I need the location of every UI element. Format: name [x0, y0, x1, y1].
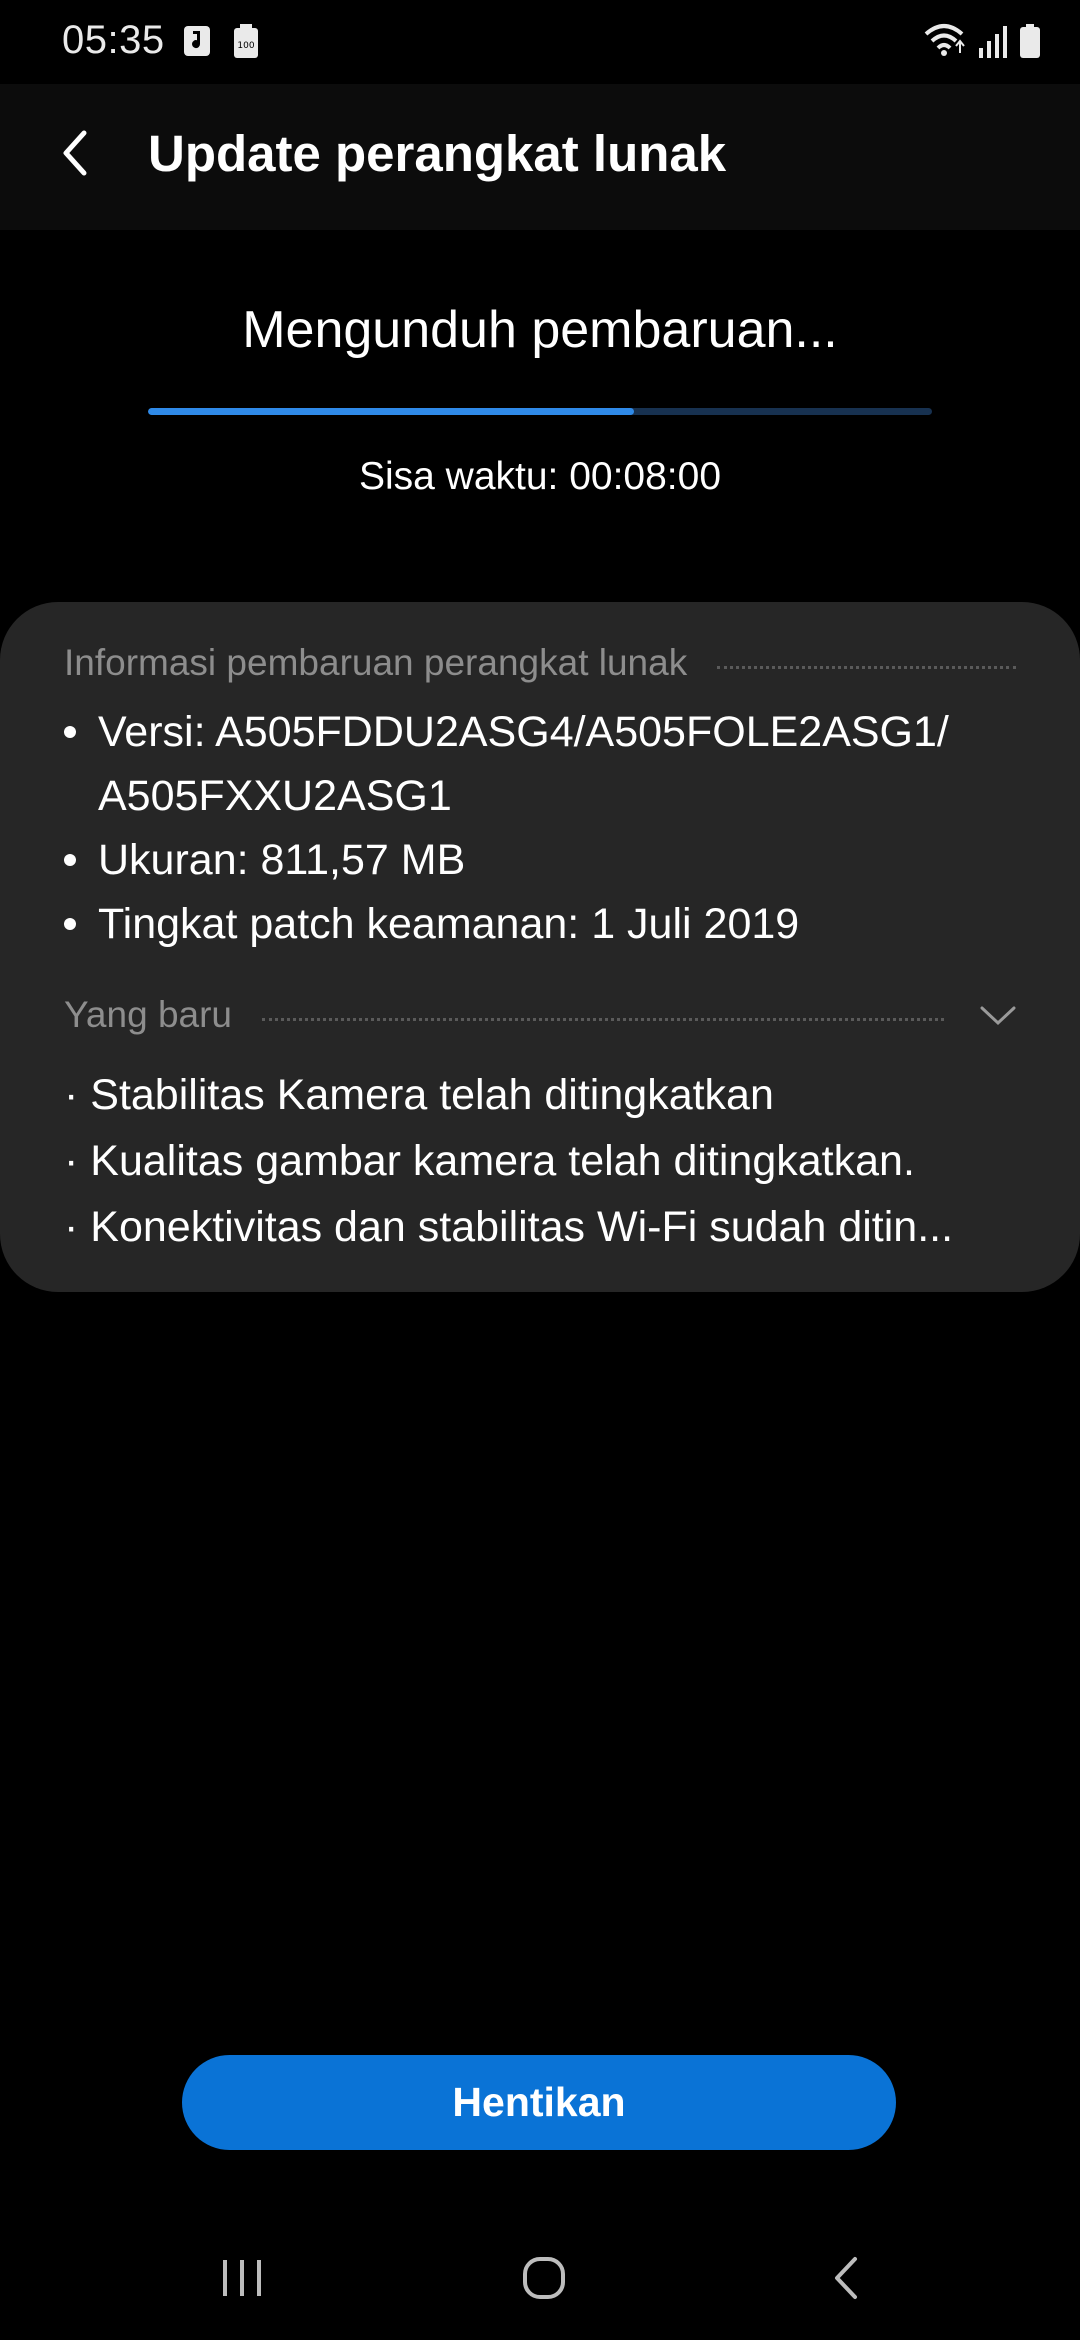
divider	[262, 1017, 944, 1021]
software-info-header-label: Informasi pembaruan perangkat lunak	[64, 642, 688, 683]
back-button[interactable]	[40, 120, 110, 190]
wifi-icon	[922, 22, 966, 63]
whats-new-header[interactable]: Yang baru	[64, 994, 1016, 1036]
page-title: Update perangkat lunak	[148, 125, 727, 182]
download-status-title: Mengunduh pembaruan...	[242, 301, 838, 359]
update-info-card: Informasi pembaruan perangkat lunak Vers…	[0, 602, 1080, 1292]
list-item: · Kualitas gambar kamera telah ditingkat…	[64, 1137, 915, 1185]
info-security-patch: Tingkat patch keamanan: 1 Juli 2019	[64, 892, 1024, 956]
divider	[717, 665, 1016, 669]
info-size: Ukuran: 811,57 MB	[64, 828, 1024, 892]
time-remaining: Sisa waktu: 00:08:00	[358, 455, 722, 498]
back-icon	[833, 2256, 859, 2305]
signal-icon	[978, 26, 1008, 63]
navigation-bar	[0, 2220, 1080, 2340]
software-info-list: Versi: A505FDDU2ASG4/A505FOLE2ASG1/ A505…	[64, 700, 1024, 956]
chevron-left-icon	[60, 129, 90, 182]
info-version: Versi: A505FDDU2ASG4/A505FOLE2ASG1/ A505…	[64, 700, 1024, 828]
chevron-down-icon[interactable]	[980, 994, 1016, 1036]
svg-text:100: 100	[237, 41, 254, 51]
whats-new-header-label: Yang baru	[64, 994, 232, 1035]
battery-saver-icon: 100	[232, 24, 260, 63]
software-info-header: Informasi pembaruan perangkat lunak	[64, 642, 1016, 684]
stop-button[interactable]: Hentikan	[182, 2055, 896, 2150]
home-button[interactable]	[504, 2250, 584, 2310]
nav-back-button[interactable]	[806, 2250, 886, 2310]
music-note-icon	[182, 24, 212, 63]
status-bar: 05:35 100	[0, 0, 1080, 84]
battery-icon	[1020, 24, 1040, 63]
status-time: 05:35	[62, 18, 165, 62]
recent-apps-icon	[221, 2258, 263, 2303]
app-bar: Update perangkat lunak	[0, 84, 1080, 230]
download-progress-fill	[148, 408, 635, 415]
whats-new-list: · Stabilitas Kamera telah ditingkatkan ·…	[64, 1062, 1024, 1260]
list-item: · Konektivitas dan stabilitas Wi-Fi suda…	[64, 1203, 954, 1251]
download-progress-bar	[148, 408, 932, 415]
list-item: · Stabilitas Kamera telah ditingkatkan	[64, 1071, 774, 1119]
recent-apps-button[interactable]	[202, 2250, 282, 2310]
home-icon	[522, 2256, 566, 2305]
